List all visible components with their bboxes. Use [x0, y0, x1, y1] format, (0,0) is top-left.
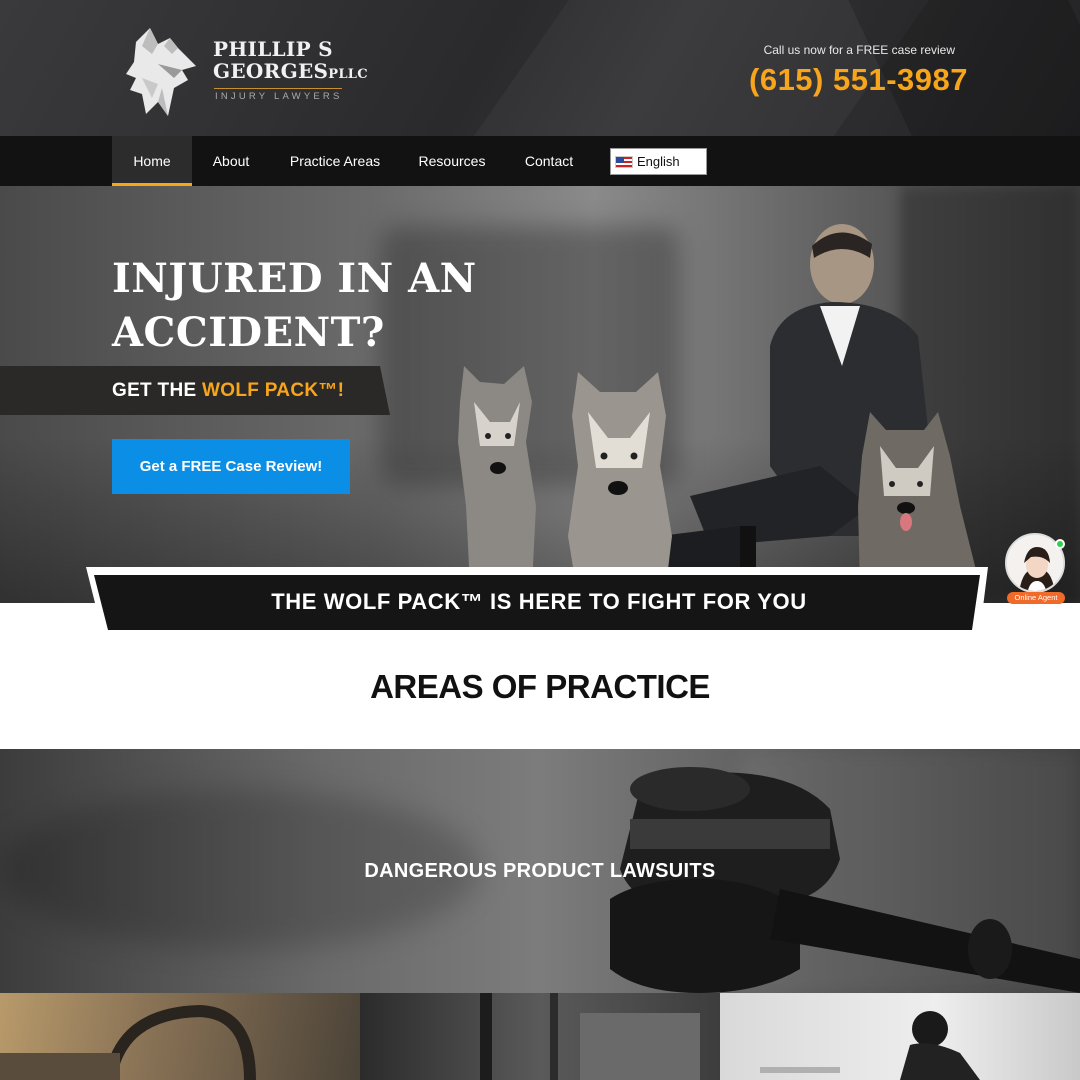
practice-area-title[interactable]: DANGEROUS PRODUCT LAWSUITS: [0, 860, 1080, 883]
site-logo[interactable]: PHILLIP S GEORGESPLLC INJURY LAWYERS: [122, 24, 372, 120]
phone-link[interactable]: (615) 551-3987: [749, 62, 968, 98]
logo-tagline: INJURY LAWYERS: [215, 91, 343, 102]
wolf-head-icon: [126, 28, 196, 116]
practice-tile-motorcycle[interactable]: [720, 993, 1080, 1080]
language-label: English: [637, 154, 680, 169]
wolf-figure: [458, 366, 536, 586]
free-case-review-button[interactable]: Get a FREE Case Review!: [112, 439, 350, 494]
logo-wordmark: PHILLIP S GEORGESPLLC: [213, 38, 368, 86]
motorcycle-rider-photo: [760, 1011, 980, 1080]
nav-about[interactable]: About: [200, 136, 262, 186]
logo-suffix: PLLC: [328, 67, 368, 82]
online-agent-widget[interactable]: Online Agent: [1005, 533, 1065, 604]
logo-line-1: PHILLIP S: [213, 37, 333, 61]
main-nav: Home About Practice Areas Resources Cont…: [0, 136, 1080, 186]
agent-label: Online Agent: [1007, 592, 1065, 604]
lawyer-with-wolves-photo: [458, 224, 980, 603]
tagline-prefix: GET THE: [112, 380, 197, 401]
practice-tile-auto[interactable]: [0, 993, 360, 1080]
wolf-figure: [858, 412, 980, 586]
nav-resources[interactable]: Resources: [410, 136, 494, 186]
us-flag-icon: [615, 155, 633, 168]
hero-section: INJURED IN AN ACCIDENT? GET THE WOLF PAC…: [0, 186, 1080, 603]
truck-photo: [480, 993, 700, 1080]
wolf-pack-banner: THE WOLF PACK™ IS HERE TO FIGHT FOR YOU: [271, 589, 807, 614]
hero-tagline: GET THE WOLF PACK™!: [112, 380, 344, 402]
online-status-dot: [1055, 539, 1065, 549]
practice-tile-truck[interactable]: [360, 993, 720, 1080]
nav-home[interactable]: Home: [112, 136, 192, 186]
logo-line-2: GEORGES: [213, 59, 329, 83]
wolf-figure: [568, 372, 672, 586]
nav-practice-areas[interactable]: Practice Areas: [280, 136, 390, 186]
site-header: PHILLIP S GEORGESPLLC INJURY LAWYERS Cal…: [0, 0, 1080, 136]
hero-headline: INJURED IN AN ACCIDENT?: [112, 255, 477, 356]
logo-divider: [214, 88, 342, 89]
areas-title: AREAS OF PRACTICE: [370, 668, 710, 705]
call-prompt: Call us now for a FREE case review: [763, 43, 955, 57]
car-interior-photo: [0, 1004, 256, 1080]
tagline-accent: WOLF PACK™!: [202, 380, 345, 401]
language-select[interactable]: English: [610, 148, 707, 175]
nav-contact[interactable]: Contact: [514, 136, 584, 186]
